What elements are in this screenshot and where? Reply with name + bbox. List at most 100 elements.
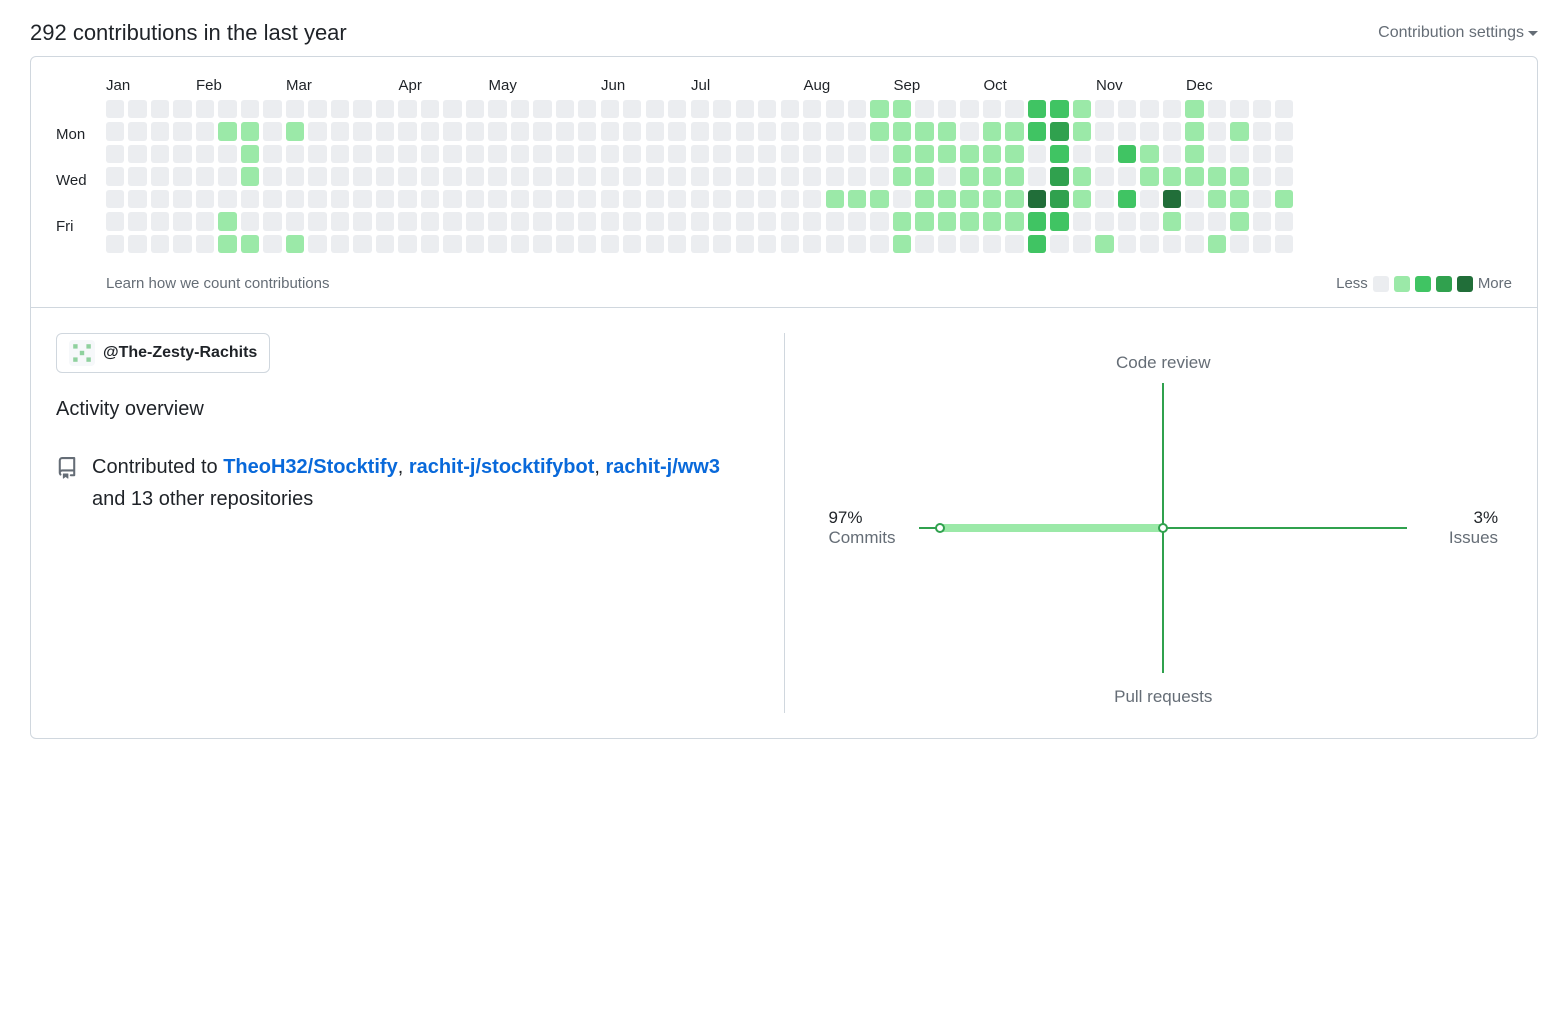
contribution-cell[interactable] xyxy=(1028,190,1046,208)
contribution-cell[interactable] xyxy=(466,167,484,185)
contribution-cell[interactable] xyxy=(870,190,888,208)
contribution-cell[interactable] xyxy=(488,100,506,118)
contribution-cell[interactable] xyxy=(286,190,304,208)
contribution-cell[interactable] xyxy=(1185,212,1203,230)
contribution-cell[interactable] xyxy=(646,190,664,208)
contribution-cell[interactable] xyxy=(938,122,956,140)
contribution-cell[interactable] xyxy=(443,167,461,185)
contribution-cell[interactable] xyxy=(1163,212,1181,230)
contribution-cell[interactable] xyxy=(1118,145,1136,163)
contribution-cell[interactable] xyxy=(376,235,394,253)
contribution-cell[interactable] xyxy=(466,212,484,230)
contribution-cell[interactable] xyxy=(331,190,349,208)
contribution-cell[interactable] xyxy=(286,235,304,253)
contribution-cell[interactable] xyxy=(915,212,933,230)
contribution-cell[interactable] xyxy=(938,212,956,230)
contribution-cell[interactable] xyxy=(1140,235,1158,253)
contribution-cell[interactable] xyxy=(803,145,821,163)
contribution-cell[interactable] xyxy=(1275,122,1293,140)
contribution-cell[interactable] xyxy=(758,212,776,230)
contribution-cell[interactable] xyxy=(128,122,146,140)
contribution-cell[interactable] xyxy=(1005,212,1023,230)
contribution-cell[interactable] xyxy=(736,145,754,163)
contribution-cell[interactable] xyxy=(1028,145,1046,163)
contribution-cell[interactable] xyxy=(173,145,191,163)
contribution-cell[interactable] xyxy=(960,122,978,140)
repo-link-1[interactable]: TheoH32/Stocktify xyxy=(223,456,397,478)
contribution-cell[interactable] xyxy=(781,190,799,208)
contribution-cell[interactable] xyxy=(218,100,236,118)
contribution-cell[interactable] xyxy=(241,167,259,185)
contribution-cell[interactable] xyxy=(803,190,821,208)
contribution-cell[interactable] xyxy=(353,235,371,253)
contribution-cell[interactable] xyxy=(376,167,394,185)
contribution-cell[interactable] xyxy=(241,122,259,140)
contribution-cell[interactable] xyxy=(691,212,709,230)
contribution-cell[interactable] xyxy=(106,145,124,163)
contribution-cell[interactable] xyxy=(353,100,371,118)
contribution-cell[interactable] xyxy=(1253,235,1271,253)
contribution-cell[interactable] xyxy=(983,190,1001,208)
contribution-cell[interactable] xyxy=(713,122,731,140)
contribution-cell[interactable] xyxy=(151,167,169,185)
contribution-cell[interactable] xyxy=(1253,145,1271,163)
contribution-cell[interactable] xyxy=(668,100,686,118)
contribution-cell[interactable] xyxy=(1028,100,1046,118)
contribution-cell[interactable] xyxy=(758,145,776,163)
contribution-cell[interactable] xyxy=(556,100,574,118)
contribution-cell[interactable] xyxy=(1028,122,1046,140)
contribution-cell[interactable] xyxy=(488,190,506,208)
contribution-cell[interactable] xyxy=(398,212,416,230)
contribution-cell[interactable] xyxy=(1118,122,1136,140)
contribution-cell[interactable] xyxy=(263,122,281,140)
contribution-cell[interactable] xyxy=(960,167,978,185)
contribution-cell[interactable] xyxy=(893,122,911,140)
contribution-cell[interactable] xyxy=(331,167,349,185)
contribution-cell[interactable] xyxy=(331,122,349,140)
contribution-cell[interactable] xyxy=(218,235,236,253)
contribution-cell[interactable] xyxy=(173,122,191,140)
contribution-cell[interactable] xyxy=(646,122,664,140)
contribution-cell[interactable] xyxy=(915,100,933,118)
contribution-cell[interactable] xyxy=(1028,235,1046,253)
contribution-cell[interactable] xyxy=(263,235,281,253)
contribution-cell[interactable] xyxy=(151,145,169,163)
contribution-cell[interactable] xyxy=(1163,235,1181,253)
contribution-cell[interactable] xyxy=(218,122,236,140)
contribution-cell[interactable] xyxy=(263,190,281,208)
contribution-cell[interactable] xyxy=(376,122,394,140)
contribution-cell[interactable] xyxy=(713,167,731,185)
contribution-cell[interactable] xyxy=(1230,190,1248,208)
contribution-cell[interactable] xyxy=(1185,235,1203,253)
contribution-cell[interactable] xyxy=(421,212,439,230)
contribution-cell[interactable] xyxy=(938,190,956,208)
contribution-cell[interactable] xyxy=(173,190,191,208)
contribution-cell[interactable] xyxy=(601,145,619,163)
contribution-cell[interactable] xyxy=(1208,122,1226,140)
contribution-cell[interactable] xyxy=(196,235,214,253)
contribution-cell[interactable] xyxy=(1095,190,1113,208)
contribution-cell[interactable] xyxy=(781,122,799,140)
contribution-cell[interactable] xyxy=(1275,235,1293,253)
contribution-cell[interactable] xyxy=(556,145,574,163)
contribution-cell[interactable] xyxy=(1095,145,1113,163)
contribution-cell[interactable] xyxy=(983,122,1001,140)
contribution-cell[interactable] xyxy=(128,190,146,208)
contribution-cell[interactable] xyxy=(601,235,619,253)
contribution-cell[interactable] xyxy=(870,235,888,253)
contribution-cell[interactable] xyxy=(1163,167,1181,185)
contribution-cell[interactable] xyxy=(601,190,619,208)
contribution-cell[interactable] xyxy=(106,100,124,118)
contribution-cell[interactable] xyxy=(1185,190,1203,208)
contribution-cell[interactable] xyxy=(218,190,236,208)
contribution-cell[interactable] xyxy=(623,212,641,230)
contribution-cell[interactable] xyxy=(241,100,259,118)
contribution-cell[interactable] xyxy=(443,235,461,253)
contribution-cell[interactable] xyxy=(511,167,529,185)
contribution-cell[interactable] xyxy=(1163,145,1181,163)
contribution-cell[interactable] xyxy=(915,235,933,253)
contribution-cell[interactable] xyxy=(713,235,731,253)
contribution-cell[interactable] xyxy=(870,167,888,185)
contribution-cell[interactable] xyxy=(1253,212,1271,230)
contribution-cell[interactable] xyxy=(556,167,574,185)
